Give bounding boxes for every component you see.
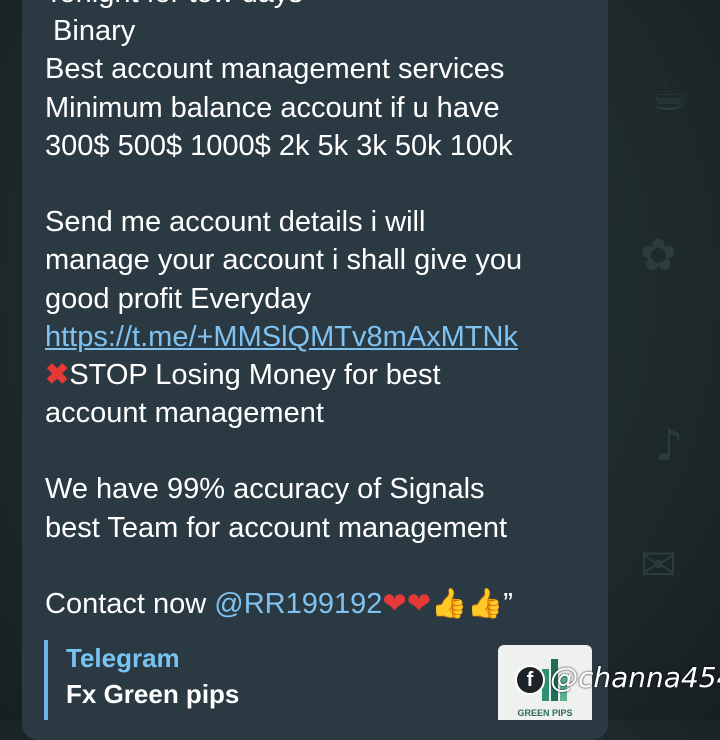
thumbs-up-icon: 👍 (431, 588, 468, 620)
message-line: manage your account i shall give you (45, 244, 523, 277)
contact-prefix: Contact now (45, 588, 215, 620)
forward-channel-name: Fx Green pips (66, 679, 240, 709)
stop-line: account management (45, 397, 324, 430)
background-doodle-icon: ✿ (640, 230, 677, 281)
heart-icon: ❤ (406, 588, 431, 620)
cross-mark-icon: ✖ (45, 358, 70, 391)
forwarded-from-block[interactable]: Telegram Fx Green pips (44, 640, 486, 720)
message-text: Tonight for tow days Binary Best account… (45, 0, 605, 623)
background-doodle-icon: ☕ (650, 70, 690, 121)
heart-icon: ❤ (382, 588, 407, 620)
message-line: Tonight for tow days (45, 0, 605, 12)
logo-brand-text: GREEN PIPS (517, 708, 573, 718)
message-line: Minimum balance account if u have (45, 91, 500, 124)
background-doodle-icon: ♪ (655, 420, 684, 471)
facebook-icon: f (515, 665, 545, 695)
message-line: Binary (45, 15, 136, 48)
message-line: Best account management services (45, 53, 505, 86)
message-line: Send me account details i will (45, 206, 426, 239)
accuracy-line: best Team for account management (45, 511, 508, 544)
watermark: GREEN PIPS f @channa454 (498, 645, 720, 720)
background-doodle-icon: ✉ (640, 540, 677, 591)
telegram-invite-link[interactable]: https://t.me/+MMSlQMTv8mAxMTNk (45, 321, 518, 353)
message-line: 300$ 500$ 1000$ 2k 5k 3k 50k 100k (45, 129, 513, 162)
thumbs-up-icon: 👍 (467, 588, 504, 620)
forward-source: Telegram (66, 643, 180, 673)
accuracy-line: We have 99% accuracy of Signals (45, 473, 485, 506)
closing-quote: ” (503, 588, 513, 620)
message-line: good profit Everyday (45, 282, 311, 315)
contact-mention-link[interactable]: @RR199192 (214, 588, 382, 620)
stop-line: STOP Losing Money for best (69, 358, 441, 391)
watermark-handle: @channa454 (550, 661, 720, 694)
